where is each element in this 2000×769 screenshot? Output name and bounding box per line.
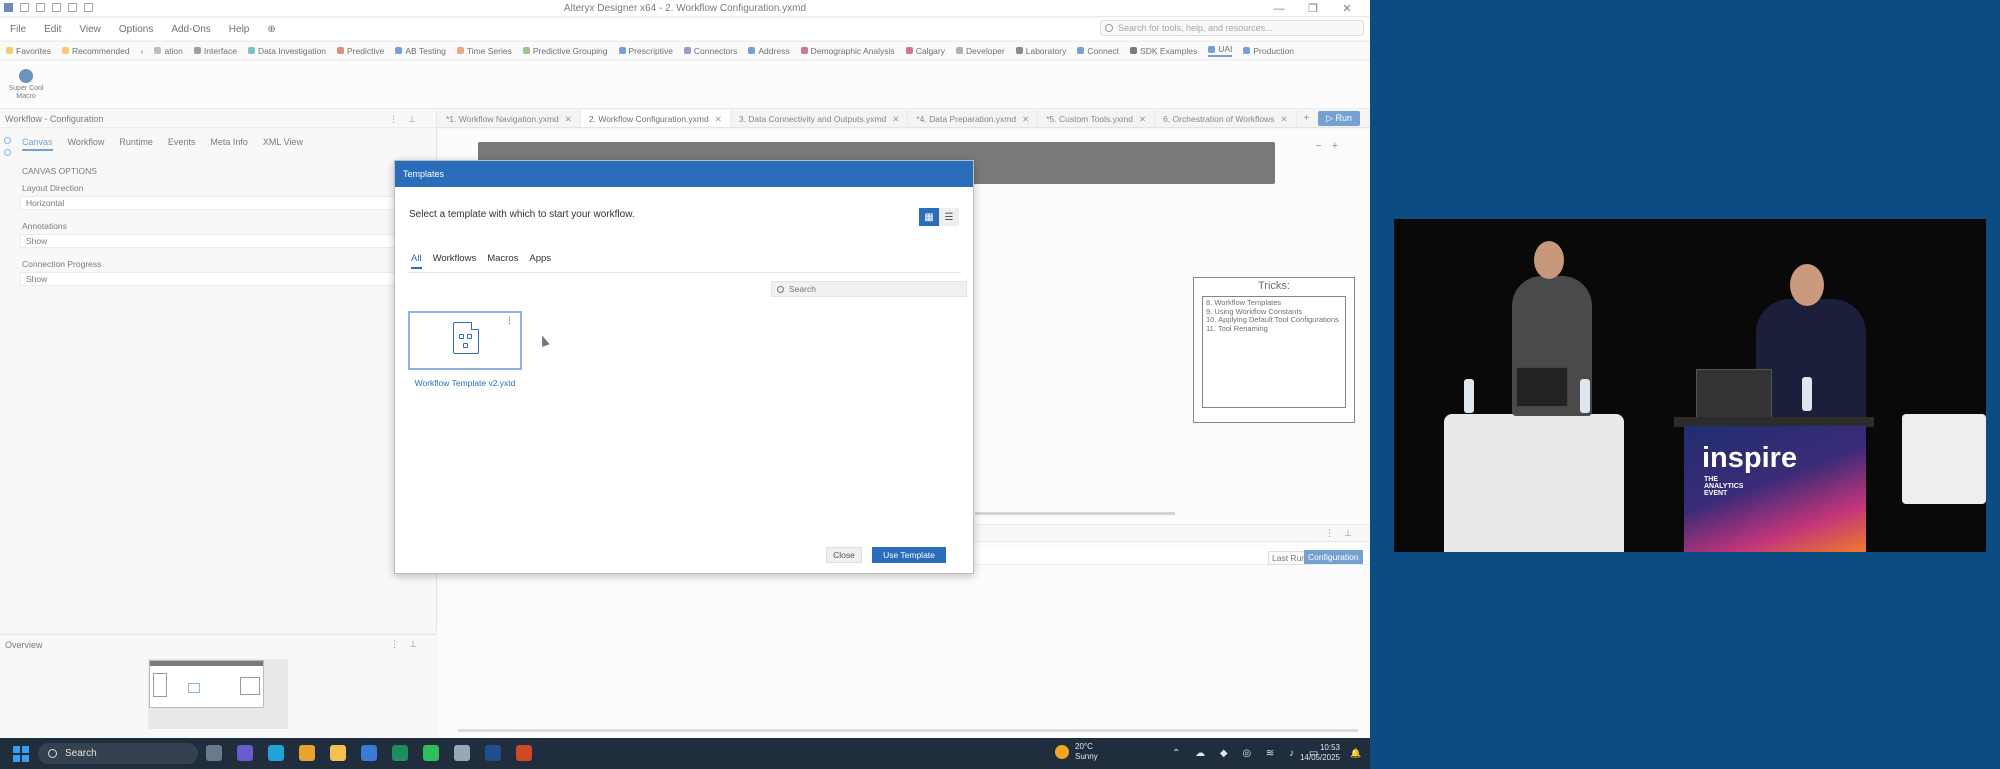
presenter-right-head	[1790, 264, 1824, 306]
grid-view-icon[interactable]: ▦	[919, 208, 939, 226]
podium-subtitle-line: THE	[1704, 476, 1718, 483]
task-view-icon[interactable]	[206, 745, 222, 761]
template-filter-tabs: All Workflows Macros Apps	[411, 253, 562, 269]
close-button[interactable]: Close	[826, 547, 862, 563]
notification-bell-icon[interactable]: 🔔	[1350, 748, 1361, 759]
use-template-button[interactable]: Use Template	[872, 547, 946, 563]
mouse-cursor-icon	[538, 333, 550, 348]
laptop-right	[1696, 369, 1772, 419]
water-bottle	[1802, 377, 1812, 411]
edge-icon[interactable]	[268, 745, 284, 761]
stage-chair	[1902, 414, 1986, 504]
templates-dialog-title: Templates	[395, 161, 973, 187]
water-bottle	[1580, 379, 1590, 413]
presenter-left-head	[1534, 241, 1564, 279]
more-options-icon[interactable]: ⋮	[505, 315, 514, 326]
sun-icon	[1055, 745, 1069, 759]
windows-start-icon[interactable]	[13, 746, 29, 762]
search-icon	[777, 285, 784, 293]
presenter-table	[1444, 414, 1624, 552]
laptop-left	[1516, 367, 1568, 407]
tabs-divider	[409, 272, 961, 273]
view-toggle: ▦ ☰	[919, 208, 959, 226]
podium-subtitle: THE ANALYTICS EVENT	[1704, 476, 1743, 497]
windows-taskbar: Search 20°C Sunny ⌃ ☁ ◆ ◎ ≋ ♪ ▭ 10:53 14…	[0, 738, 1370, 769]
template-name[interactable]: Workflow Template v2.yxtd	[405, 378, 525, 388]
notepad-icon[interactable]	[392, 745, 408, 761]
templates-dialog: Templates Select a template with which t…	[394, 160, 974, 574]
copilot-icon[interactable]	[237, 745, 253, 761]
powerpoint-icon[interactable]	[516, 745, 532, 761]
template-search[interactable]	[771, 281, 967, 297]
taskbar-search-label: Search	[65, 748, 97, 759]
podium-subtitle-line: EVENT	[1704, 490, 1728, 497]
workflow-file-icon	[453, 322, 479, 354]
store-icon[interactable]	[361, 745, 377, 761]
clock-date: 14/05/2025	[1299, 753, 1340, 762]
clock-time: 10:53	[1319, 743, 1340, 752]
alteryx-taskbar-icon[interactable]	[485, 745, 501, 761]
water-bottle	[1464, 379, 1474, 413]
podium-subtitle-line: ANALYTICS	[1704, 483, 1744, 490]
tab-all[interactable]: All	[411, 253, 422, 269]
alteryx-window: Alteryx Designer x64 - 2. Workflow Confi…	[0, 0, 1370, 738]
presenter-video-feed: inspire THE ANALYTICS EVENT	[1394, 219, 1986, 552]
weather-desc: Sunny	[1075, 752, 1098, 761]
templates-prompt: Select a template with which to start yo…	[409, 209, 635, 220]
file-explorer-icon[interactable]	[330, 745, 346, 761]
tab-macros[interactable]: Macros	[487, 253, 518, 269]
list-view-icon[interactable]: ☰	[939, 208, 959, 226]
snipping-tool-icon[interactable]	[454, 745, 470, 761]
podium-brand: inspire	[1702, 442, 1798, 474]
taskbar-apps	[206, 745, 547, 761]
tab-apps[interactable]: Apps	[529, 253, 551, 269]
clock[interactable]: 10:53 14/05/2025	[1290, 743, 1340, 763]
weather-widget[interactable]: 20°C Sunny	[1055, 742, 1098, 762]
chrome-icon[interactable]	[299, 745, 315, 761]
whatsapp-icon[interactable]	[423, 745, 439, 761]
taskbar-search[interactable]: Search	[38, 743, 198, 764]
template-card[interactable]: ⋮	[408, 311, 522, 370]
tab-workflows[interactable]: Workflows	[433, 253, 477, 269]
search-icon	[48, 749, 57, 758]
inspire-podium: inspire THE ANALYTICS EVENT	[1684, 426, 1866, 552]
weather-temp: 20°C	[1075, 742, 1093, 751]
template-search-input[interactable]	[789, 284, 959, 294]
